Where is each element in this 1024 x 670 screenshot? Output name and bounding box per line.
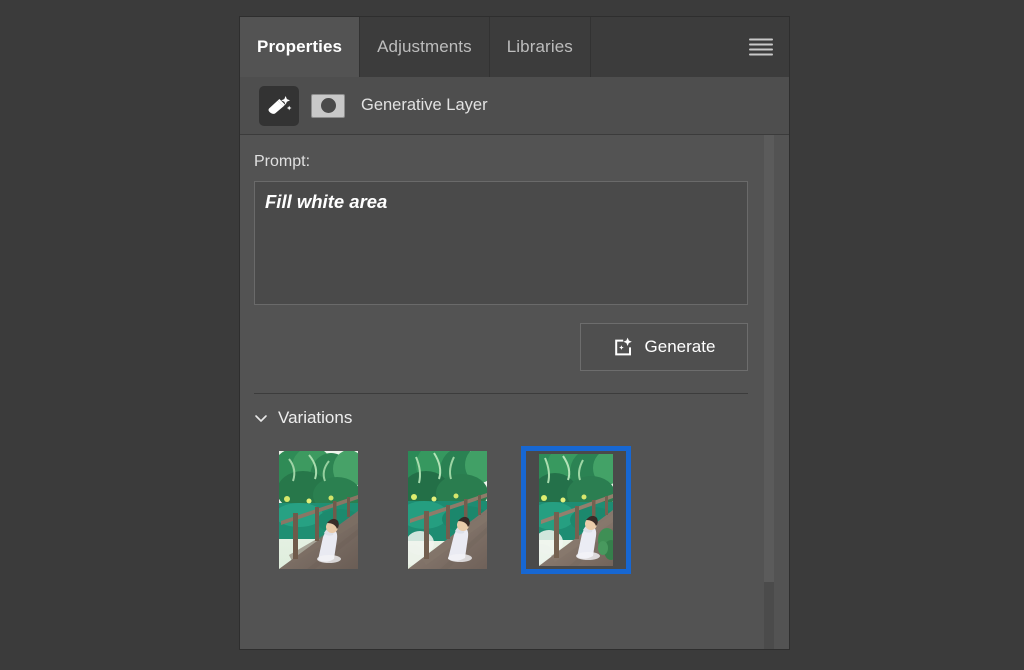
tab-libraries-label: Libraries [506, 37, 573, 56]
layer-mask-thumbnail-icon[interactable] [311, 93, 345, 118]
hamburger-line [749, 43, 773, 46]
variation-image-2 [407, 451, 487, 569]
hamburger-line [749, 38, 773, 41]
variation-thumbnail-1[interactable] [263, 446, 373, 574]
variation-thumbnail-2[interactable] [392, 446, 502, 574]
generate-button[interactable]: Generate [580, 323, 748, 371]
tab-libraries[interactable]: Libraries [489, 17, 591, 77]
generate-row: Generate [240, 305, 764, 371]
variations-list [240, 428, 764, 574]
tab-adjustments-label: Adjustments [377, 37, 472, 56]
hamburger-menu-icon[interactable] [749, 38, 773, 56]
prompt-label: Prompt: [254, 153, 311, 170]
tab-properties[interactable]: Properties [240, 17, 361, 77]
variations-label: Variations [278, 408, 353, 427]
variation-image-3 [539, 454, 613, 566]
prompt-input[interactable]: Fill white area [254, 181, 748, 305]
layer-header: Generative Layer [240, 77, 789, 135]
panel-tab-bar: Properties Adjustments Libraries [240, 17, 789, 77]
app-root: Properties Adjustments Libraries Generat… [0, 0, 1024, 670]
hamburger-line [749, 48, 773, 51]
variation-image-1 [278, 451, 358, 569]
panel-content: Prompt: Fill white area Generate Variati… [240, 135, 764, 649]
tab-adjustments[interactable]: Adjustments [360, 17, 490, 77]
generative-fill-layer-glyph [268, 95, 292, 114]
generative-fill-layer-icon[interactable] [259, 85, 299, 126]
hamburger-line [749, 53, 773, 56]
variation-thumbnail-3[interactable] [521, 446, 631, 574]
generate-button-label: Generate [644, 337, 716, 356]
layer-title: Generative Layer [361, 96, 488, 114]
generative-fill-icon [614, 337, 632, 355]
tab-properties-label: Properties [257, 37, 343, 56]
panel-body: Prompt: Fill white area Generate Variati… [240, 135, 789, 649]
variations-header[interactable]: Variations [240, 394, 764, 428]
prompt-section: Prompt: Fill white area [240, 135, 764, 305]
chevron-down-icon [255, 415, 267, 422]
properties-panel: Properties Adjustments Libraries Generat… [239, 16, 790, 650]
layer-mask-dot [320, 98, 336, 113]
